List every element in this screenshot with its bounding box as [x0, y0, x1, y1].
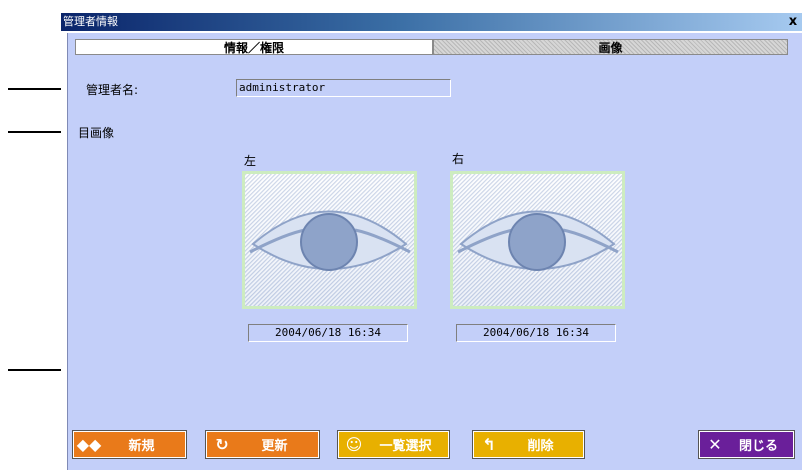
tab-image[interactable]: 画像 [433, 39, 788, 55]
left-eye-timestamp: 2004/06/18 16:34 [248, 324, 408, 342]
left-eye-image[interactable] [242, 171, 417, 309]
right-eye-timestamp: 2004/06/18 16:34 [456, 324, 616, 342]
eye-icon [245, 174, 414, 306]
admin-name-label: 管理者名: [86, 83, 139, 97]
close-x-icon: ✕ [708, 435, 722, 454]
close-button-label: 閉じる [738, 439, 778, 454]
client-area: 情報／権限 画像 管理者名: administrator 目画像 左 2004/… [67, 33, 802, 470]
new-button-label: 新規 [128, 439, 155, 454]
delete-button-label: 削除 [527, 439, 554, 454]
tab-info-permissions[interactable]: 情報／権限 [75, 39, 433, 55]
delete-button[interactable]: ↰ 削除 [472, 430, 585, 459]
update-button-label: 更新 [261, 439, 288, 454]
diamond-arrows-icon: ◆◆ [76, 435, 102, 454]
close-button[interactable]: ✕ 閉じる [698, 430, 795, 459]
update-button[interactable]: ↻ 更新 [205, 430, 320, 459]
left-eye-label: 左 [244, 154, 257, 168]
refresh-icon: ↻ [215, 435, 229, 454]
delete-icon: ↰ [482, 435, 496, 454]
list-select-icon: ☺ [345, 435, 363, 454]
eye-image-label: 目画像 [78, 126, 115, 140]
eye-icon [453, 174, 622, 306]
right-eye-label: 右 [452, 152, 465, 166]
right-eye-image[interactable] [450, 171, 625, 309]
admin-info-window: 管理者情報 x 情報／権限 画像 管理者名: administrator 目画像… [61, 13, 802, 470]
window-title: 管理者情報 [63, 15, 118, 28]
list-select-button-label: 一覧選択 [379, 439, 432, 454]
list-select-button[interactable]: ☺ 一覧選択 [337, 430, 450, 459]
title-bar: 管理者情報 x [61, 13, 802, 31]
new-button[interactable]: ◆◆ 新規 [72, 430, 187, 459]
window-close-button[interactable]: x [786, 14, 800, 29]
admin-name-field[interactable]: administrator [236, 79, 451, 97]
